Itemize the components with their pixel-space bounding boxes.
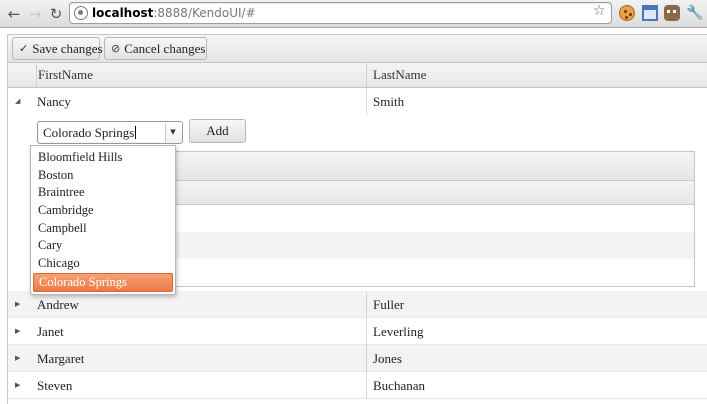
browser-toolbar: ← → ↻ localhost:8888/KendoUI/# ☆ 🔧 — [0, 0, 707, 28]
window-extension-icon[interactable] — [642, 5, 658, 21]
face-extension-icon[interactable] — [664, 5, 680, 21]
cell-lastname: Jones — [366, 345, 707, 372]
dropdown-option[interactable]: Chicago — [33, 255, 173, 273]
dropdown-option[interactable]: Boston — [33, 167, 173, 185]
grid-toolbar: ✓ Save changes ⊘ Cancel changes — [8, 35, 707, 63]
table-row-expanded[interactable]: ◢ Nancy Smith — [8, 88, 707, 115]
column-header-firstname[interactable]: FirstName — [36, 63, 366, 87]
reload-icon[interactable]: ↻ — [47, 4, 65, 24]
cookie-extension-icon[interactable] — [619, 5, 635, 21]
dropdown-option[interactable]: Bloomfield Hills — [33, 149, 173, 167]
cancel-changes-button[interactable]: ⊘ Cancel changes — [104, 37, 207, 60]
url-text: localhost:8888/KendoUI/# — [92, 6, 256, 20]
table-row[interactable]: ▶ Steven Buchanan — [8, 372, 707, 399]
expand-triangle-icon[interactable]: ▶ — [15, 353, 25, 363]
chevron-down-icon[interactable]: ▼ — [166, 125, 180, 140]
cell-firstname: Nancy — [37, 94, 71, 109]
city-combobox[interactable]: Colorado Springs ▼ — [37, 121, 183, 144]
address-bar[interactable]: localhost:8888/KendoUI/# — [69, 2, 612, 24]
cell-lastname: Leverling — [366, 318, 707, 345]
cell-lastname: Fuller — [366, 291, 707, 318]
expand-triangle-icon[interactable]: ▶ — [15, 326, 25, 336]
add-button[interactable]: Add — [189, 119, 246, 143]
save-changes-label: Save changes — [32, 40, 103, 56]
dropdown-option[interactable]: Cambridge — [33, 202, 173, 220]
dropdown-option[interactable]: Cary — [33, 237, 173, 255]
cell-lastname: Buchanan — [366, 372, 707, 399]
back-arrow-icon[interactable]: ← — [5, 4, 23, 24]
page-info-icon[interactable] — [74, 6, 88, 20]
expand-triangle-icon[interactable]: ▶ — [15, 299, 25, 309]
collapse-triangle-icon[interactable]: ◢ — [15, 96, 25, 106]
cell-firstname: Andrew — [37, 297, 79, 312]
dropdown-option[interactable]: Braintree — [33, 184, 173, 202]
city-dropdown-list: Bloomfield Hills Boston Braintree Cambri… — [30, 145, 176, 295]
table-row[interactable]: ▶ Andrew Fuller — [8, 291, 707, 318]
cancel-icon: ⊘ — [111, 42, 121, 55]
cell-lastname: Smith — [366, 88, 707, 115]
save-changes-button[interactable]: ✓ Save changes — [12, 37, 103, 60]
table-row[interactable]: ▶ Margaret Jones — [8, 345, 707, 372]
grid-header: FirstName LastName — [8, 63, 707, 88]
column-header-lastname[interactable]: LastName — [366, 63, 707, 87]
forward-arrow-icon[interactable]: → — [26, 4, 44, 24]
cell-firstname: Janet — [37, 324, 64, 339]
table-row[interactable]: ▶ Janet Leverling — [8, 318, 707, 345]
cancel-changes-label: Cancel changes — [124, 40, 206, 56]
expand-triangle-icon[interactable]: ▶ — [15, 380, 25, 390]
check-icon: ✓ — [19, 42, 29, 55]
wrench-menu-icon[interactable]: 🔧 — [686, 5, 703, 21]
dropdown-option[interactable]: Campbell — [33, 220, 173, 238]
cell-firstname: Margaret — [37, 351, 85, 366]
bookmark-star-icon[interactable]: ☆ — [593, 3, 609, 19]
city-combobox-input[interactable]: Colorado Springs — [39, 123, 166, 142]
cell-firstname: Steven — [37, 378, 73, 393]
dropdown-option-selected[interactable]: Colorado Springs — [33, 272, 173, 292]
